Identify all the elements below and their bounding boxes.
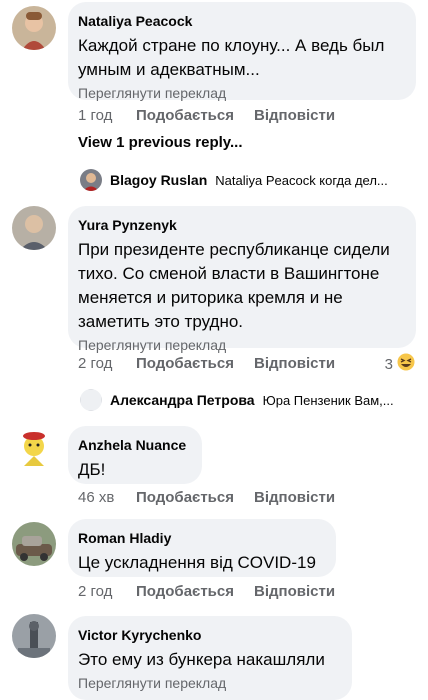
avatar[interactable] (12, 206, 56, 250)
like-button[interactable]: Подобається (136, 583, 254, 603)
like-button[interactable]: Подобається (136, 489, 254, 509)
avatar[interactable] (12, 522, 56, 566)
comment-bubble: Victor Kyrychenko Это ему из бункера нак… (68, 616, 352, 700)
avatar (80, 169, 102, 191)
comment-author[interactable]: Nataliya Peacock (78, 12, 404, 30)
comment-author[interactable]: Anzhela Nuance (78, 436, 190, 454)
reply-button[interactable]: Відповісти (254, 355, 335, 375)
comment-actions: 2 год Подобається Відповісти (78, 355, 335, 375)
reply-button[interactable]: Відповісти (254, 583, 335, 603)
comment-actions: 2 год Подобається Відповісти (78, 583, 335, 603)
comment-bubble: Anzhela Nuance ДБ! (68, 426, 202, 484)
like-button[interactable]: Подобається (136, 107, 254, 127)
comment-time[interactable]: 46 хв (78, 489, 136, 509)
comment-text: Каждой стране по клоуну... А ведь был ум… (78, 36, 385, 79)
reaction-count[interactable]: 3 (385, 352, 416, 376)
comment-text: Це ускладнення від COVID-19 (78, 553, 316, 572)
comment-bubble: Roman Hladiy Це ускладнення від COVID-19 (68, 519, 336, 577)
comment-time[interactable]: 2 год (78, 583, 136, 603)
see-translation-link[interactable]: Переглянути переклад (78, 674, 340, 692)
like-button[interactable]: Подобається (136, 355, 254, 375)
comment-author[interactable]: Victor Kyrychenko (78, 626, 340, 644)
reaction-number: 3 (384, 355, 393, 373)
see-translation-link[interactable]: Переглянути переклад (78, 336, 404, 354)
comment-bubble: Yura Pynzenyk При президенте республикан… (68, 206, 416, 353)
comment-text: ДБ! (78, 460, 106, 479)
comment-text: Это ему из бункера накашляли (78, 650, 325, 669)
view-previous-replies-link[interactable]: View 1 previous reply... (78, 134, 243, 151)
avatar[interactable] (12, 6, 56, 50)
comment-text: При президенте республиканце сидели тихо… (78, 240, 390, 331)
avatar (80, 389, 102, 411)
haha-reaction-icon (396, 352, 416, 376)
see-translation-link[interactable]: Переглянути переклад (78, 84, 404, 102)
avatar[interactable] (12, 614, 56, 658)
comment-author[interactable]: Roman Hladiy (78, 529, 324, 547)
comment-time[interactable]: 2 год (78, 355, 136, 375)
avatar[interactable] (12, 426, 56, 470)
reply-preview[interactable]: Blagoy Ruslan Nataliya Peacock когда дел… (80, 169, 388, 191)
comment-actions: 46 хв Подобається Відповісти (78, 489, 335, 509)
reply-button[interactable]: Відповісти (254, 489, 335, 509)
comment-time[interactable]: 1 год (78, 107, 136, 127)
reply-author[interactable]: Александра Петрова (110, 392, 255, 408)
reply-button[interactable]: Відповісти (254, 107, 335, 127)
reply-preview[interactable]: Александра Петрова Юра Пензеник Вам,... (80, 389, 394, 411)
reply-snippet: Nataliya Peacock когда дел... (215, 172, 388, 188)
comment-bubble: Nataliya Peacock Каждой стране по клоуну… (68, 2, 416, 102)
reply-author[interactable]: Blagoy Ruslan (110, 172, 207, 188)
comment-author[interactable]: Yura Pynzenyk (78, 216, 404, 234)
comment-actions: 1 год Подобається Відповісти (78, 107, 335, 127)
reply-snippet: Юра Пензеник Вам,... (262, 392, 394, 408)
